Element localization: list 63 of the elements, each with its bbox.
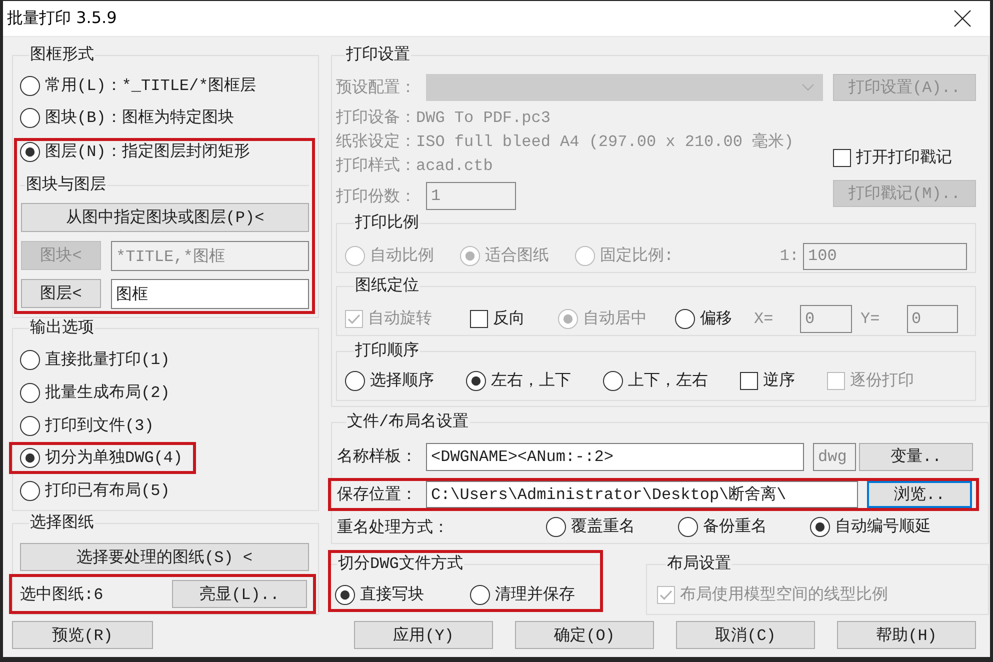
group-title: 切分DWG文件方式 [337, 555, 464, 573]
radio-option[interactable]: 切分为单独DWG(4) [20, 448, 183, 468]
radio-option[interactable]: 直接写块 [335, 585, 424, 605]
radio-option[interactable]: 备份重名 [678, 517, 767, 537]
select-sheets-button[interactable]: 选择要处理的图纸(S) < [20, 543, 309, 571]
info-value: DWG To PDF.pc3 [416, 109, 550, 127]
group-title: 文件/布局名设置 [346, 413, 470, 431]
checkbox-option[interactable]: 逆序 [740, 371, 795, 391]
field-label: 打印份数： [336, 186, 417, 206]
radio-option[interactable]: 打印到文件(3) [20, 416, 154, 436]
highlight-button[interactable]: 亮显(L).. [172, 580, 307, 608]
radio-option[interactable]: 图层(N)：指定图层封闭矩形 [20, 142, 250, 162]
radio-option[interactable]: 自动编号顺延 [810, 517, 931, 537]
radio-option[interactable]: 左右，上下 [466, 371, 571, 391]
ratio-label: 1: [780, 247, 799, 265]
close-icon [954, 10, 970, 27]
group-title: 图框形式 [29, 46, 95, 64]
info-value: ISO full bleed A4 (297.00 x 210.00 毫米) [416, 133, 794, 151]
group-title: 打印顺序 [354, 342, 420, 360]
dialog-button[interactable]: 预览(R) [12, 621, 153, 649]
info-value: acad.ctb [416, 157, 493, 175]
group-title: 布局设置 [666, 555, 732, 573]
sheet-count: 选中图纸:6 [20, 584, 104, 604]
field-label: 保存位置： [337, 485, 418, 505]
group-title: 选择图纸 [29, 514, 95, 532]
name-template-field[interactable]: <DWGNAME><ANum:-:2> [426, 442, 804, 470]
radio-option[interactable]: 打印已有布局(5) [20, 480, 170, 500]
radio-option[interactable]: 常用(L)：*_TITLE/*图框层 [20, 76, 256, 96]
caret-icon [802, 84, 814, 91]
group-title: 打印设置 [345, 46, 411, 64]
dialog-button[interactable]: 帮助(H) [837, 621, 976, 649]
save-path-field[interactable]: C:\Users\Administrator\Desktop\断舍离\ [426, 481, 858, 508]
info-label: 打印样式： [336, 157, 416, 175]
axis-label: Y= [860, 310, 881, 328]
checkbox-option[interactable]: 打开打印戳记 [833, 148, 952, 168]
info-label: 纸张设定： [336, 133, 416, 151]
dialog-button[interactable]: 应用(Y) [354, 621, 493, 649]
text-field[interactable]: 图框 [111, 279, 309, 309]
field-label: 预设配置： [336, 78, 417, 98]
radio-option[interactable]: 偏移 [675, 309, 732, 329]
group-title: 图块与图层 [25, 176, 107, 194]
browse-button[interactable]: 浏览.. [867, 481, 972, 508]
field-label: 名称样板： [337, 447, 418, 467]
info-label: 打印设备： [336, 109, 416, 127]
variables-button[interactable]: 变量.. [859, 442, 973, 470]
group-title: 打印比例 [354, 214, 420, 232]
radio-option[interactable]: 清理并保存 [470, 585, 575, 605]
radio-option[interactable]: 选择顺序 [345, 371, 434, 391]
radio-option[interactable]: 覆盖重名 [546, 517, 635, 537]
axis-label: X= [754, 310, 774, 328]
radio-option[interactable]: 批量生成布局(2) [20, 382, 170, 402]
group-title: 输出选项 [29, 319, 95, 337]
window-title: 批量打印 3.5.9 [7, 8, 117, 29]
radio-option[interactable]: 图块(B)：图框为特定图块 [20, 108, 234, 128]
field-label: 重名处理方式： [337, 518, 450, 538]
group-title: 图纸定位 [354, 277, 420, 295]
dialog-button[interactable]: 取消(C) [676, 621, 815, 649]
radio-option[interactable]: 上下，左右 [603, 371, 708, 391]
radio-option[interactable]: 直接批量打印(1) [20, 350, 170, 370]
dialog-button[interactable]: 确定(O) [515, 621, 654, 649]
checkbox-option[interactable]: 反向 [470, 309, 525, 329]
pick-button[interactable]: 图层< [21, 279, 101, 308]
pick-button[interactable]: 从图中指定图块或图层(P)< [21, 203, 309, 232]
